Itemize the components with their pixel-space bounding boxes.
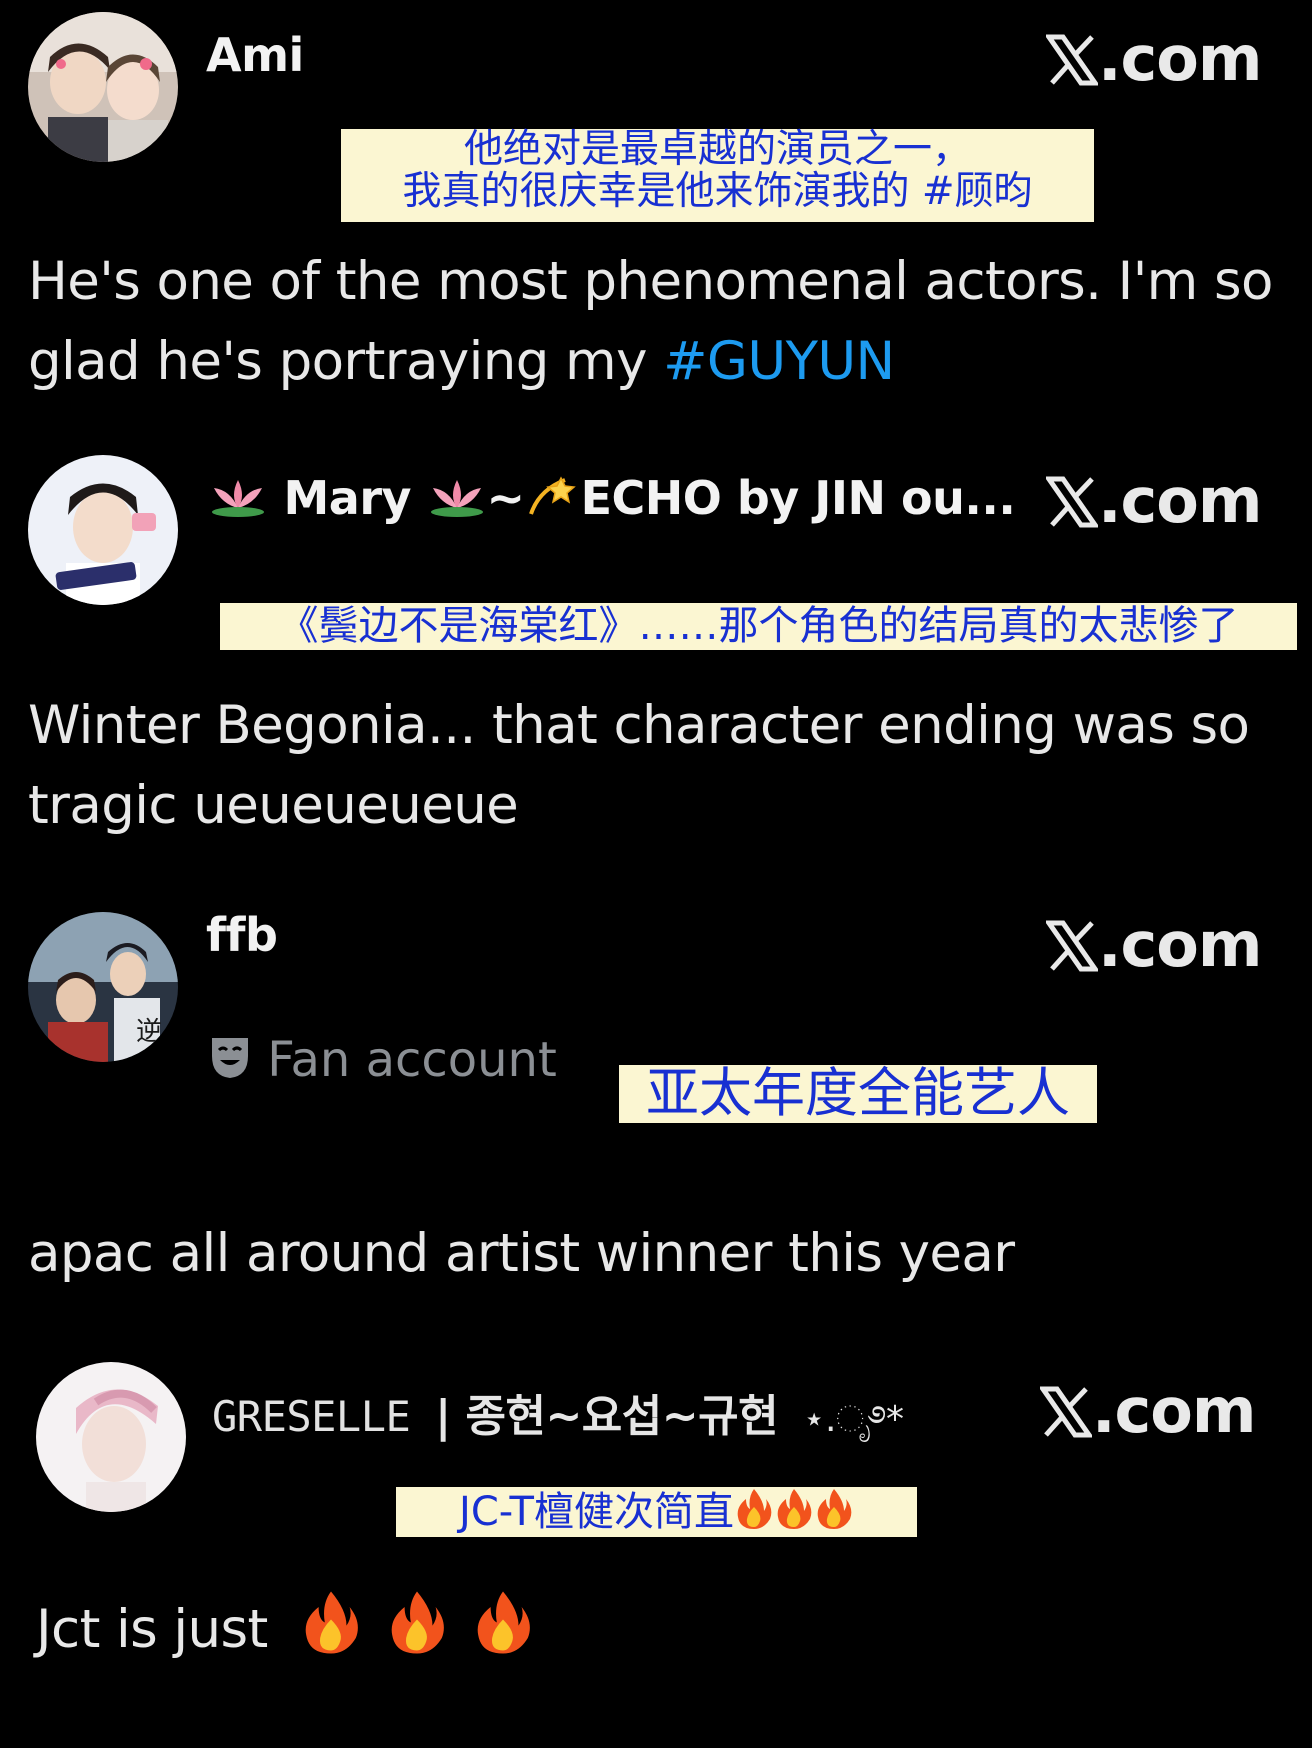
x-com-text: .com	[1092, 1374, 1257, 1447]
caption-line: 我真的很庆幸是他来饰演我的 #顾昀	[402, 169, 1033, 215]
display-name[interactable]: GRESELLE | 종현~요섭~규현 ⋆.ೃ࿔*	[212, 1378, 904, 1480]
fire-emoji-icon	[774, 1487, 814, 1541]
x-logo-icon	[1044, 28, 1100, 101]
tweet-text: Winter Begonia... that character ending …	[28, 686, 1250, 846]
lotus-emoji-icon	[208, 474, 268, 529]
x-logo-icon	[1044, 470, 1100, 543]
x-logo-icon	[1038, 1380, 1094, 1453]
tweet-text: He's one of the most phenomenal actors. …	[28, 242, 1273, 402]
tweet-text: Jct is just	[36, 1587, 534, 1678]
tweet-line: glad he's portraying my #GUYUN	[28, 322, 1273, 402]
svg-text:逆: 逆	[136, 1017, 162, 1047]
caption-text: JC-T檀健次简直	[459, 1489, 734, 1535]
x-com-brand: .com	[1044, 908, 1263, 987]
display-name-part: Mary	[283, 471, 412, 525]
hashtag-link[interactable]: #GUYUN	[663, 331, 895, 392]
avatar[interactable]: 逆	[28, 912, 178, 1062]
x-com-text: .com	[1098, 22, 1263, 95]
tweet-line: He's one of the most phenomenal actors. …	[28, 251, 1273, 312]
fire-emoji-icon	[734, 1487, 774, 1541]
post-greselle: GRESELLE | 종현~요섭~규현 ⋆.ೃ࿔* .com JC-T檀健次简直…	[0, 1340, 1312, 1748]
avatar[interactable]	[28, 455, 178, 605]
x-com-brand: .com	[1044, 464, 1263, 543]
display-name-decoration: ⋆.ೃ࿔*	[802, 1399, 904, 1440]
caption-line: 他绝对是最卓越的演员之一，	[463, 127, 971, 172]
translation-caption: 他绝对是最卓越的演员之一， 我真的很庆幸是他来饰演我的 #顾昀	[341, 127, 1094, 222]
display-name[interactable]: ffb	[206, 908, 278, 962]
fire-emoji-icon	[472, 1587, 534, 1678]
avatar[interactable]	[28, 12, 178, 162]
tweet-text: apac all around artist winner this year	[28, 1214, 1015, 1294]
fire-emoji-icon	[386, 1587, 448, 1678]
lotus-emoji-icon	[427, 474, 487, 529]
tweet-line: Winter Begonia... that character ending …	[28, 695, 1250, 756]
x-com-brand: .com	[1044, 22, 1263, 101]
dizzy-star-emoji-icon	[525, 470, 581, 533]
translation-caption: 《鬓边不是海棠红》……那个角色的结局真的太悲惨了	[220, 603, 1297, 650]
x-com-brand: .com	[1038, 1374, 1257, 1453]
tweet-line: tragic ueueueueue	[28, 775, 519, 836]
post-mary: Mary ~ ECHO by JIN ou... .com 《鬓边不是海棠红》……	[0, 440, 1312, 860]
tweet-line: apac all around artist winner this year	[28, 1223, 1015, 1284]
display-name-latin: GRESELLE	[212, 1392, 411, 1441]
x-logo-icon	[1044, 914, 1100, 987]
display-name[interactable]: Mary ~ ECHO by JIN ou...	[208, 470, 1016, 533]
display-name-korean: | 종현~요섭~규현	[435, 1391, 779, 1442]
tweet-line: Jct is just	[36, 1599, 268, 1661]
fire-emoji-icon	[300, 1587, 362, 1678]
display-name[interactable]: Ami	[206, 28, 304, 82]
translation-caption: JC-T檀健次简直	[396, 1487, 917, 1537]
tweet-text-prefix: glad he's portraying my	[28, 331, 664, 392]
badge-label: Fan account	[267, 1032, 557, 1088]
post-ami: Ami .com 他绝对是最卓越的演员之一， 我真的很庆幸是他来饰演我的 #顾昀…	[0, 0, 1312, 420]
x-com-text: .com	[1098, 908, 1263, 981]
display-name-part: ~	[486, 471, 526, 525]
translation-caption: 亚太年度全能艺人	[619, 1065, 1097, 1123]
fire-emoji-icon	[814, 1487, 854, 1541]
x-com-text: .com	[1098, 464, 1263, 537]
fan-account-badge[interactable]: Fan account	[208, 1032, 557, 1092]
display-name-part: ECHO by JIN ou...	[580, 471, 1016, 525]
avatar[interactable]	[36, 1362, 186, 1512]
theater-mask-icon	[208, 1034, 252, 1092]
post-ffb: 逆 ffb .com Fan account 亚太年度全能艺人 apac all…	[0, 880, 1312, 1300]
